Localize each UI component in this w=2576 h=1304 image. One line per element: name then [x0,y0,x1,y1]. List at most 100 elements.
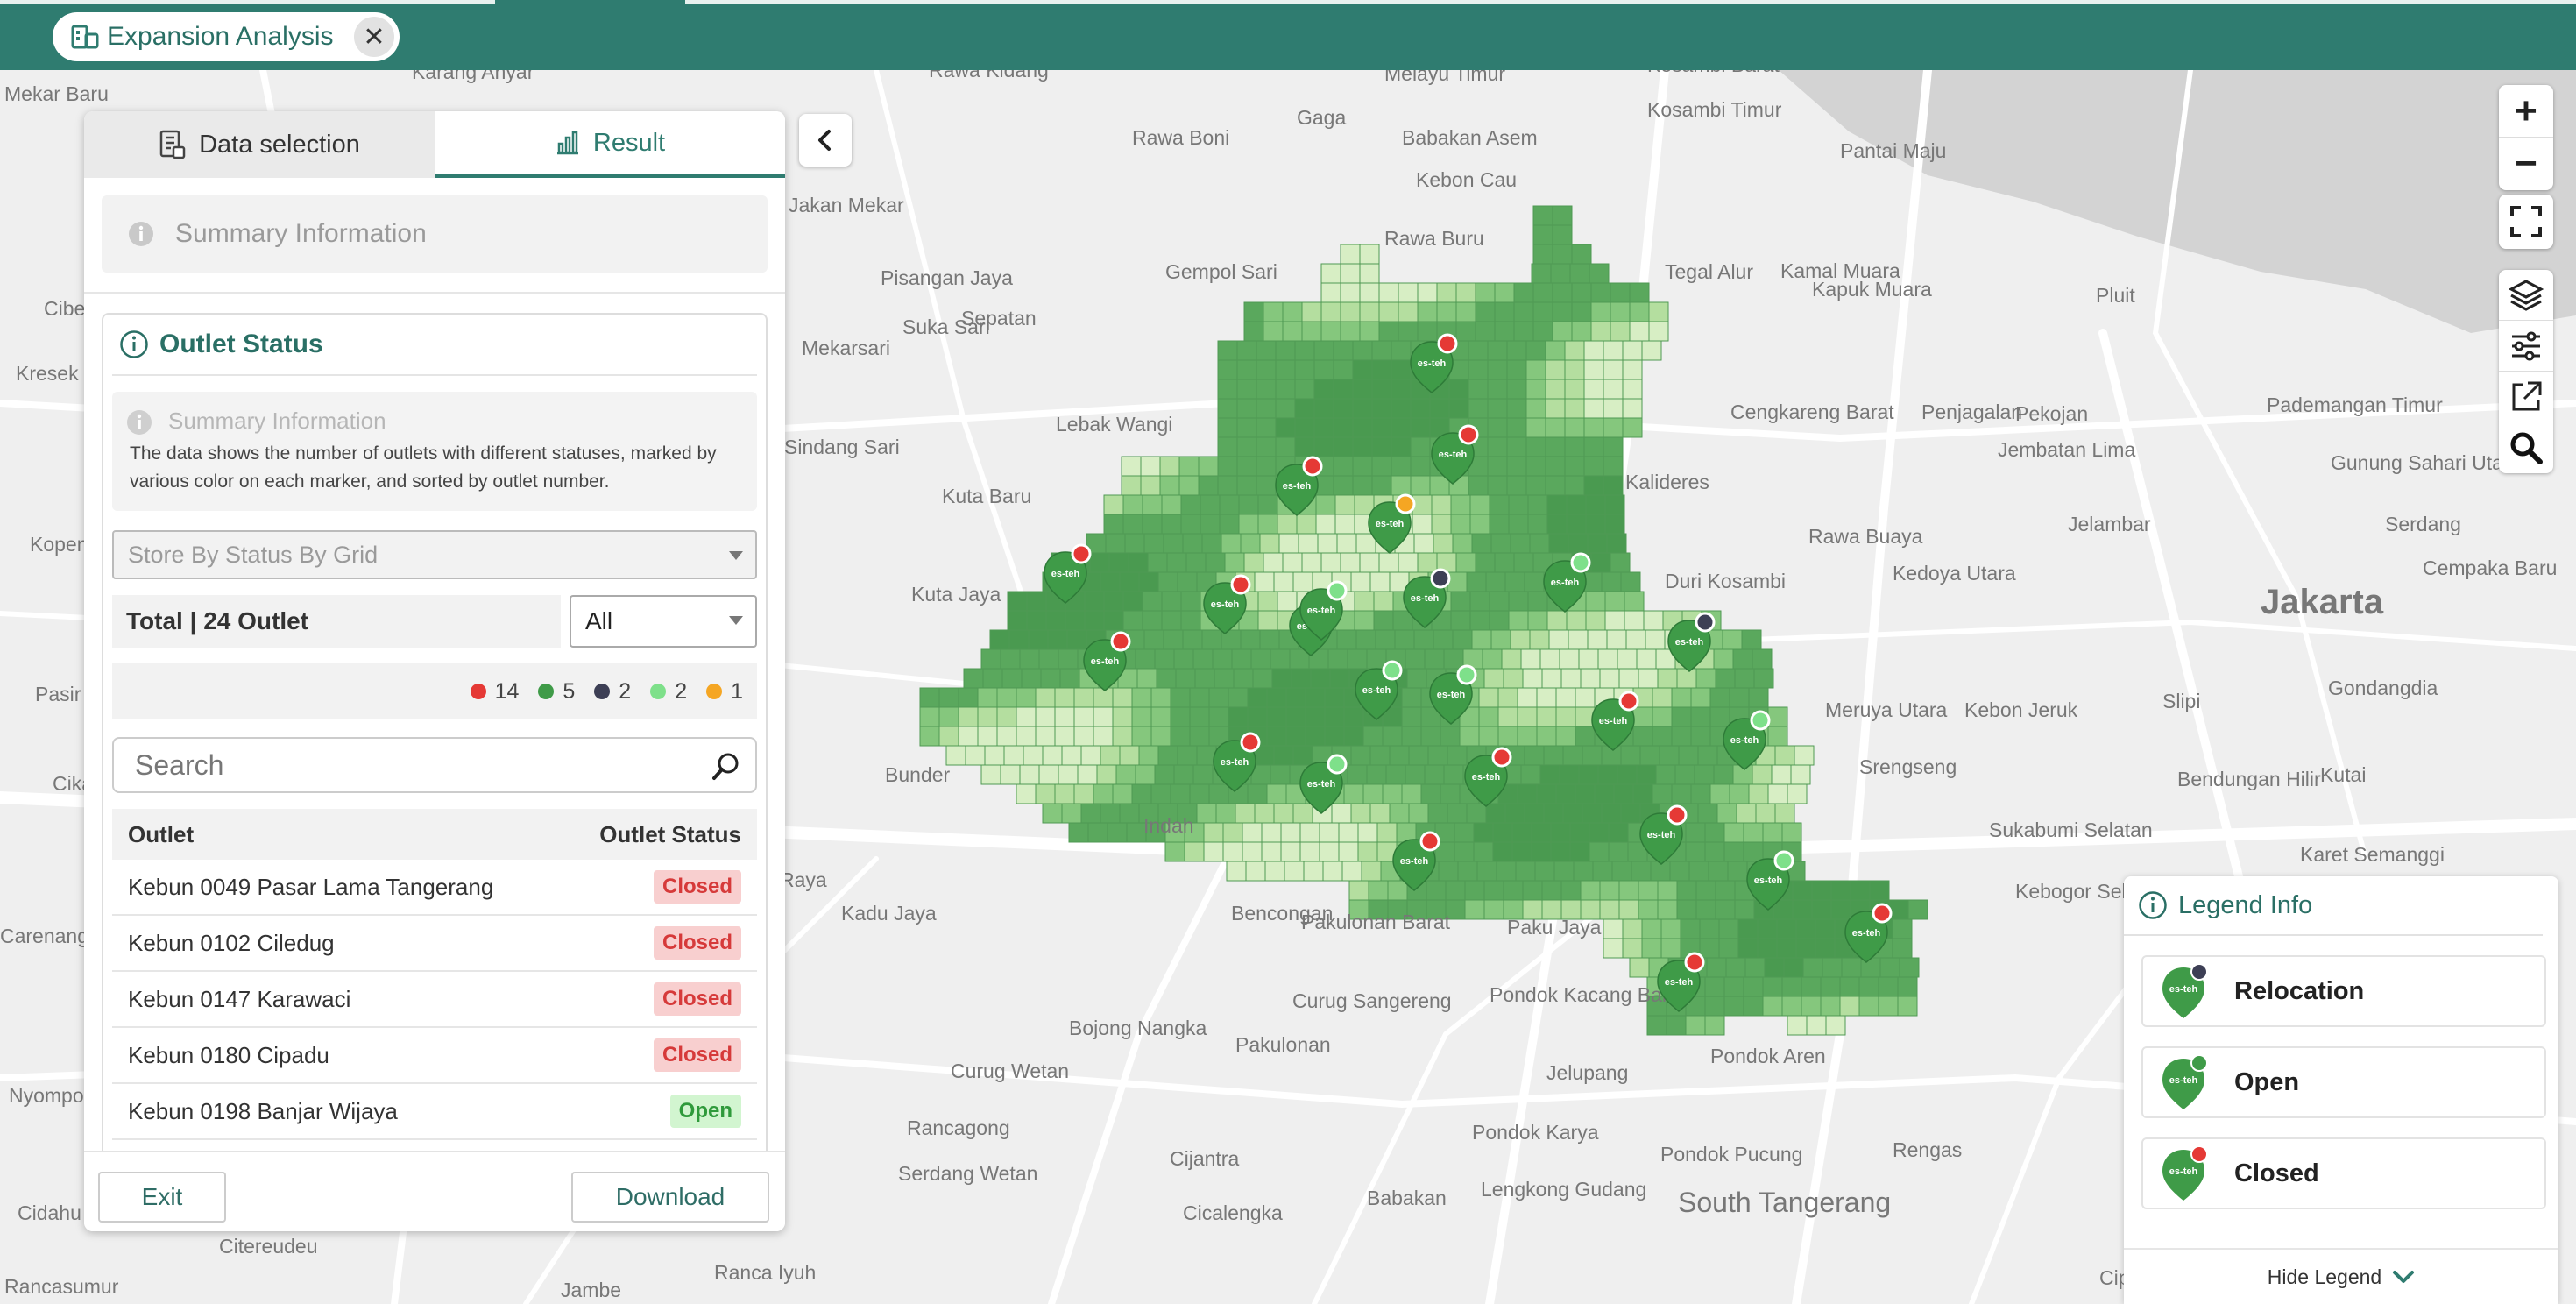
grid-cell[interactable] [1256,456,1277,477]
grid-cell[interactable] [1580,880,1601,901]
grid-cell[interactable] [1331,803,1352,824]
grid-cell[interactable] [1045,610,1066,631]
grid-cell[interactable] [1555,687,1576,708]
grid-cell[interactable] [1122,514,1143,535]
grid-cell[interactable] [1478,706,1499,727]
tab-expansion-analysis[interactable]: Expansion Analysis ✕ [53,12,400,61]
grid-cell[interactable] [1382,726,1403,747]
grid-cell[interactable] [1219,514,1240,535]
grid-cell[interactable] [1100,803,1121,824]
grid-cell[interactable] [1054,783,1075,804]
grid-cell[interactable] [1553,861,1575,882]
grid-cell[interactable] [1694,764,1715,785]
grid-cell[interactable] [1301,301,1322,322]
grid-cell[interactable] [1490,533,1511,554]
grid-cell[interactable] [1450,494,1471,515]
grid-cell[interactable] [1534,861,1555,882]
grid-cell[interactable] [1140,475,1161,496]
grid-cell[interactable] [1236,417,1257,438]
grid-cell[interactable] [1525,475,1546,496]
grid-cell[interactable] [1336,629,1357,650]
grid-cell[interactable] [1338,841,1359,862]
grid-cell[interactable] [1869,880,1890,901]
grid-cell[interactable] [1718,938,1739,959]
grid-cell[interactable] [1552,321,1573,342]
grid-cell[interactable] [1359,552,1380,573]
grid-cell[interactable] [996,706,1017,727]
grid-cell[interactable] [1517,706,1538,727]
grid-cell[interactable] [1038,648,1059,670]
grid-cell[interactable] [1585,494,1606,515]
grid-cell[interactable] [1417,321,1438,342]
grid-cell[interactable] [1501,648,1522,670]
table-row[interactable]: Kebun 0198 Banjar Wijaya Open [112,1084,757,1140]
grid-cell[interactable] [1713,764,1734,785]
grid-cell[interactable] [1016,687,1037,708]
grid-cell[interactable] [1355,629,1376,650]
grid-cell[interactable] [1347,764,1368,785]
grid-cell[interactable] [1645,629,1666,650]
grid-cell[interactable] [1340,321,1361,342]
grid-cell[interactable] [1352,340,1373,361]
grid-cell[interactable] [1266,726,1287,747]
grid-cell[interactable] [1590,552,1611,573]
grid-cell[interactable] [980,648,1001,670]
grid-cell[interactable] [1583,456,1604,477]
grid-cell[interactable] [1699,918,1720,939]
grid-cell[interactable] [1648,301,1669,322]
grid-cell[interactable] [1352,475,1373,496]
grid-cell[interactable] [1222,841,1243,862]
grid-cell[interactable] [1695,899,1716,920]
grid-cell[interactable] [1359,244,1380,265]
grid-cell[interactable] [1620,571,1641,592]
grid-cell[interactable] [1389,745,1410,766]
column-outlet-status[interactable]: Outlet Status [599,821,741,848]
grid-cell[interactable] [1550,841,1571,862]
grid-cell[interactable] [1228,706,1249,727]
grid-cell[interactable] [1494,321,1515,342]
grid-cell[interactable] [1273,803,1294,824]
grid-cell[interactable] [1657,899,1678,920]
grid-cell[interactable] [1238,514,1259,535]
grid-cell[interactable] [1550,822,1571,843]
grid-cell[interactable] [1112,687,1133,708]
grid-cell[interactable] [1897,976,1918,997]
grid-cell[interactable] [1489,514,1510,535]
grid-cell[interactable] [1398,282,1419,303]
grid-cell[interactable] [1387,880,1408,901]
grid-cell[interactable] [1447,571,1468,592]
grid-cell[interactable] [1545,475,1566,496]
grid-cell[interactable] [1524,745,1545,766]
grid-cell[interactable] [1059,668,1080,689]
grid-cell[interactable] [1629,957,1650,978]
grid-cell[interactable] [1324,726,1345,747]
grid-cell[interactable] [1617,648,1638,670]
grid-cell[interactable] [1352,456,1373,477]
grid-cell[interactable] [1811,880,1832,901]
grid-cell[interactable] [1135,764,1156,785]
grid-cell[interactable] [1294,417,1315,438]
grid-cell[interactable] [1802,957,1823,978]
grid-cell[interactable] [1296,514,1317,535]
grid-cell[interactable] [1757,938,1778,959]
grid-cell[interactable] [1475,321,1496,342]
grid-cell[interactable] [1156,668,1177,689]
grid-cell[interactable] [1035,706,1056,727]
grid-cell[interactable] [1161,610,1182,631]
grid-cell[interactable] [1217,417,1238,438]
grid-cell[interactable] [1613,783,1634,804]
grid-cell[interactable] [1892,938,1913,959]
grid-cell[interactable] [1354,610,1375,631]
grid-cell[interactable] [1333,340,1354,361]
grid-cell[interactable] [1643,610,1664,631]
grid-cell[interactable] [1452,629,1473,650]
grid-cell[interactable] [1333,475,1354,496]
grid-cell[interactable] [1727,861,1748,882]
grid-cell[interactable] [1564,417,1585,438]
grid-cell[interactable] [1713,648,1734,670]
grid-cell[interactable] [1236,398,1257,419]
grid-cell[interactable] [1879,957,1900,978]
grid-cell[interactable] [1704,1015,1725,1036]
grid-cell[interactable] [1170,687,1191,708]
grid-cell[interactable] [1178,456,1200,477]
